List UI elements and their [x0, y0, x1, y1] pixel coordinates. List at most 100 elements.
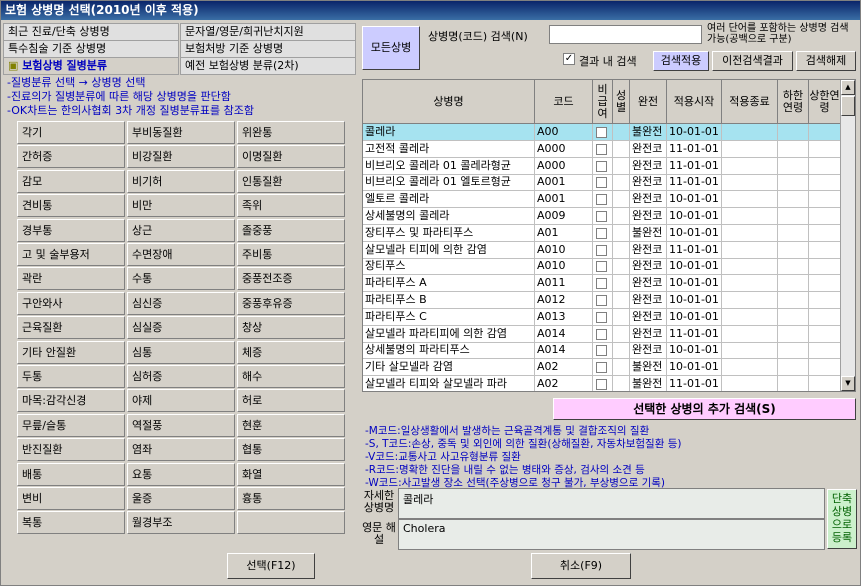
col-header-code[interactable]: 코드: [535, 80, 593, 124]
tab-disease-classification[interactable]: ▣ 보험상병 질병분류: [3, 57, 179, 75]
table-row[interactable]: 살모넬라 파라티피에 의한 감염 A014 완전코 11-01-01: [363, 325, 841, 343]
previous-result-button[interactable]: 이전검색결과: [712, 51, 793, 71]
noncovered-checkbox[interactable]: [596, 211, 607, 222]
category-button[interactable]: 심허증: [127, 365, 235, 388]
table-row[interactable]: 비브리오 콜레라 01 엘토르형균 A001 완전코 11-01-01: [363, 174, 841, 192]
table-row[interactable]: 장티푸스 및 파라티푸스 A01 불완전 10-01-01: [363, 224, 841, 242]
category-button[interactable]: 배통: [17, 462, 125, 486]
extra-search-button[interactable]: 선택한 상병의 추가 검색(S): [553, 398, 856, 420]
noncovered-checkbox[interactable]: [596, 194, 607, 206]
noncovered-checkbox[interactable]: [596, 227, 607, 239]
category-button[interactable]: 각기: [17, 121, 125, 144]
category-button[interactable]: 비강질환: [127, 145, 235, 169]
col-header-noncovered[interactable]: 비급여: [593, 80, 613, 124]
category-button[interactable]: 복통: [17, 511, 125, 535]
category-button[interactable]: 수통: [127, 267, 235, 291]
category-button[interactable]: 기타 안질환: [17, 340, 125, 364]
category-button[interactable]: 감모: [17, 169, 125, 193]
table-row[interactable]: 고전적 콜레라 A000 완전코 11-01-01: [363, 140, 841, 158]
table-row[interactable]: 장티푸스 A010 완전코 10-01-01: [363, 258, 841, 276]
category-button[interactable]: 심통: [127, 340, 235, 364]
all-diseases-button[interactable]: 모든상병: [362, 26, 420, 70]
select-button[interactable]: 선택(F12): [227, 553, 315, 579]
category-button[interactable]: 곽란: [17, 267, 125, 291]
category-button[interactable]: 흉통: [237, 487, 345, 510]
table-row[interactable]: 엘토르 콜레라 A001 완전코 10-01-01: [363, 191, 841, 209]
category-button[interactable]: 부비동질환: [127, 121, 235, 144]
noncovered-checkbox[interactable]: [596, 244, 607, 256]
category-button[interactable]: 비만: [127, 194, 235, 218]
table-row[interactable]: 파라티푸스 B A012 완전코 10-01-01: [363, 292, 841, 309]
register-short-disease-button[interactable]: 단축상병으로 등록: [827, 489, 857, 549]
noncovered-checkbox[interactable]: [596, 379, 607, 390]
search-input[interactable]: [549, 25, 702, 44]
scroll-thumb[interactable]: [841, 96, 855, 116]
table-row[interactable]: 살모넬라 티피에 의한 감염 A010 완전코 11-01-01: [363, 241, 841, 259]
category-button[interactable]: 주비통: [237, 243, 345, 266]
in-result-checkbox[interactable]: ✓: [563, 53, 575, 65]
clear-search-button[interactable]: 검색해제: [796, 51, 856, 71]
category-button[interactable]: 화열: [237, 462, 345, 486]
tab-special-acupuncture[interactable]: 특수침술 기준 상병명: [3, 40, 179, 58]
table-row[interactable]: 기타 살모넬라 감염 A02 불완전 10-01-01: [363, 359, 841, 377]
tab-string-english[interactable]: 문자열/영문/희귀난치지원: [180, 23, 356, 41]
category-button[interactable]: 체증: [237, 340, 345, 364]
col-header-min-age[interactable]: 하한연령: [778, 80, 809, 124]
table-row[interactable]: 파라티푸스 C A013 완전코 10-01-01: [363, 308, 841, 326]
cancel-button[interactable]: 취소(F9): [531, 553, 631, 579]
category-button[interactable]: 인통질환: [237, 169, 345, 193]
category-button[interactable]: 고 및 술부용저: [17, 243, 125, 266]
category-button[interactable]: 족위: [237, 194, 345, 218]
category-button[interactable]: 요통: [127, 462, 235, 486]
noncovered-checkbox[interactable]: [596, 295, 607, 306]
noncovered-checkbox[interactable]: [596, 261, 607, 273]
category-button[interactable]: 견비통: [17, 194, 125, 218]
noncovered-checkbox[interactable]: [596, 311, 607, 323]
category-button[interactable]: 구안와사: [17, 291, 125, 315]
noncovered-checkbox[interactable]: [596, 127, 607, 138]
tab-old-classification[interactable]: 예전 보험상병 분류(2차): [180, 57, 356, 75]
table-scrollbar[interactable]: ▲ ▼: [840, 80, 855, 391]
noncovered-checkbox[interactable]: [596, 160, 607, 172]
category-button[interactable]: 근육질환: [17, 316, 125, 340]
category-button[interactable]: [237, 511, 345, 535]
col-header-sex[interactable]: 성별: [613, 80, 630, 124]
scroll-up-icon[interactable]: ▲: [841, 80, 855, 95]
category-button[interactable]: 해수: [237, 365, 345, 388]
category-button[interactable]: 염좌: [127, 438, 235, 462]
noncovered-checkbox[interactable]: [596, 278, 607, 290]
tab-recent[interactable]: 최근 진료/단축 상병명: [3, 23, 179, 41]
col-header-name[interactable]: 상병명: [363, 80, 535, 124]
category-button[interactable]: 창상: [237, 316, 345, 340]
col-header-complete[interactable]: 완전: [630, 80, 667, 124]
category-button[interactable]: 현훈: [237, 413, 345, 437]
category-button[interactable]: 수면장애: [127, 243, 235, 266]
category-button[interactable]: 역절풍: [127, 413, 235, 437]
category-button[interactable]: 울증: [127, 487, 235, 510]
table-row[interactable]: 비브리오 콜레라 01 콜레라형균 A000 완전코 11-01-01: [363, 157, 841, 175]
table-row[interactable]: 살모넬라 티피와 살모넬라 파라 A02 불완전 11-01-01: [363, 376, 841, 391]
category-button[interactable]: 두통: [17, 365, 125, 388]
category-button[interactable]: 중풍전조증: [237, 267, 345, 291]
category-button[interactable]: 위완통: [237, 121, 345, 144]
category-button[interactable]: 졸중풍: [237, 218, 345, 242]
scroll-down-icon[interactable]: ▼: [841, 376, 855, 391]
noncovered-checkbox[interactable]: [596, 328, 607, 340]
category-button[interactable]: 경부통: [17, 218, 125, 242]
col-header-max-age[interactable]: 상한연령: [809, 80, 841, 124]
apply-search-button[interactable]: 검색적용: [653, 51, 709, 71]
noncovered-checkbox[interactable]: [596, 345, 607, 357]
category-button[interactable]: 허로: [237, 389, 345, 413]
col-header-end[interactable]: 적용종료: [722, 80, 778, 124]
category-button[interactable]: 변비: [17, 487, 125, 510]
table-row[interactable]: 파라티푸스 A A011 완전코 10-01-01: [363, 275, 841, 293]
category-button[interactable]: 무릎/슬통: [17, 413, 125, 437]
table-row[interactable]: 상세불명의 파라티푸스 A014 완전코 10-01-01: [363, 342, 841, 360]
table-row[interactable]: 상세불명의 콜레라 A009 완전코 10-01-01: [363, 208, 841, 225]
category-button[interactable]: 야제: [127, 389, 235, 413]
tab-insurance-prescription[interactable]: 보험처방 기준 상병명: [180, 40, 356, 58]
table-row[interactable]: 콜레라 A00 불완전 10-01-01: [363, 124, 841, 141]
category-button[interactable]: 협통: [237, 438, 345, 462]
category-button[interactable]: 비기허: [127, 169, 235, 193]
col-header-start[interactable]: 적용시작: [667, 80, 722, 124]
